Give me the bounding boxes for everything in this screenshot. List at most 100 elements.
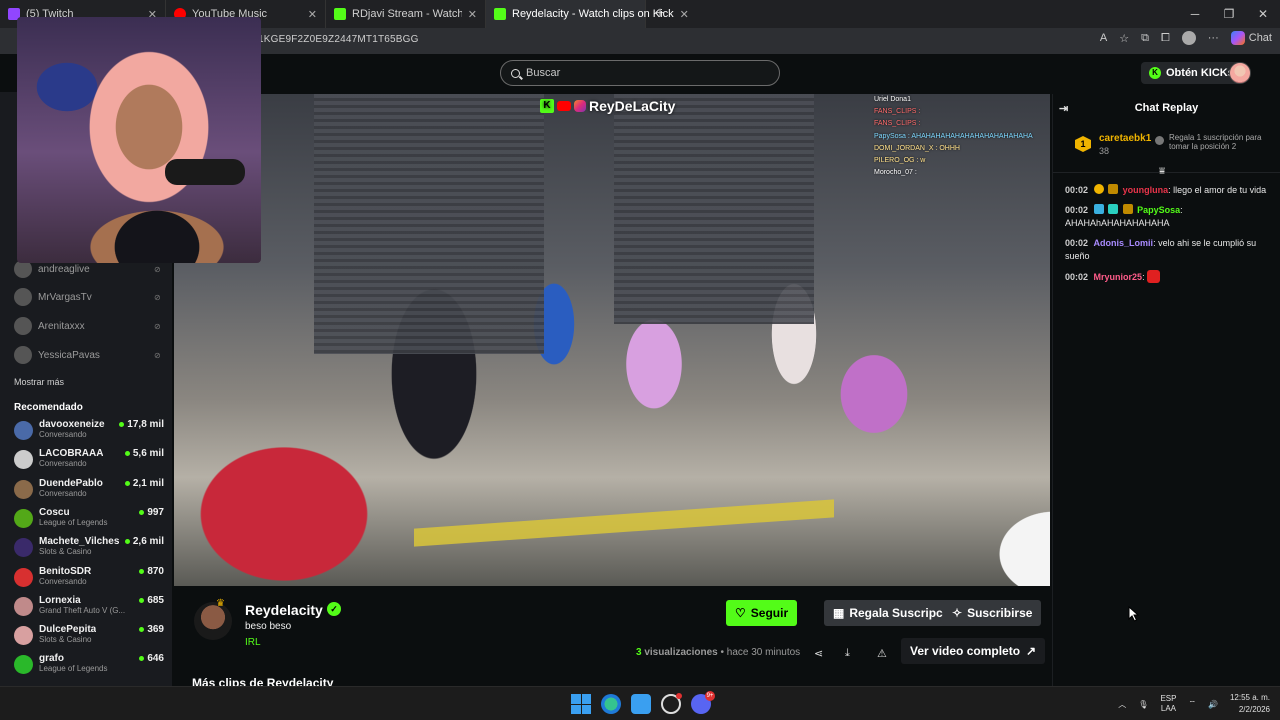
chat-message: 00:02 PapySosa: AHAHAhAHAHAHAHAHA bbox=[1065, 204, 1271, 230]
avatar bbox=[14, 508, 33, 528]
volume-icon[interactable]: 🔊 bbox=[1208, 700, 1218, 709]
search-input[interactable] bbox=[526, 67, 746, 79]
message-text: : bbox=[1142, 272, 1145, 282]
live-dot-icon bbox=[139, 509, 145, 515]
recommended-channel[interactable]: LACOBRAAA Conversando 5,6 mil bbox=[14, 448, 164, 474]
video-player[interactable]: K ReyDeLaCity Uriel Dona1 FANS_CLIPS : F… bbox=[174, 94, 1050, 586]
minimize-button[interactable]: ─ bbox=[1178, 7, 1212, 21]
live-dot-icon bbox=[124, 539, 130, 545]
recommended-channel[interactable]: Coscu League of Legends 997 bbox=[14, 507, 164, 533]
chevron-up-icon[interactable]: ︿ bbox=[1118, 699, 1126, 710]
followed-channel[interactable]: MrVargasTv ⊘ bbox=[14, 288, 164, 306]
channel-name: grafo bbox=[39, 653, 64, 665]
category-link[interactable]: IRL bbox=[245, 637, 261, 648]
discord-badge: 9+ bbox=[705, 691, 715, 701]
channel-category: League of Legends bbox=[39, 517, 108, 527]
avatar bbox=[14, 421, 33, 440]
channel-name: YessicaPavas bbox=[38, 349, 100, 361]
url-field[interactable]: 1KGE9F2Z0E9Z2447MT1T65BGG bbox=[258, 34, 419, 45]
recommended-channel[interactable]: BenitoSDR Conversando 870 bbox=[14, 566, 164, 592]
report-icon[interactable]: ⚠ bbox=[877, 647, 887, 660]
clock-date: 2/2/2026 bbox=[1238, 705, 1270, 714]
follow-button[interactable]: ♡ Seguir bbox=[726, 600, 798, 626]
favorite-star-icon[interactable]: ☆ bbox=[1119, 32, 1129, 45]
tab-rdjavi-stream[interactable]: RDjavi Stream - Watch Live on Kick ✕ bbox=[326, 0, 486, 28]
badge-icon bbox=[1108, 204, 1119, 214]
clock[interactable]: 12:55 a. m. 2/2/2026 bbox=[1230, 692, 1270, 716]
maximize-button[interactable]: ❐ bbox=[1212, 7, 1246, 21]
recommended-channel[interactable]: davooxeneize Conversando 17,8 mil bbox=[14, 419, 164, 445]
channel-name: BenitoSDR bbox=[39, 565, 92, 577]
watermark-text: ReyDeLaCity bbox=[589, 98, 676, 114]
youtube-icon bbox=[557, 101, 571, 111]
profile-avatar[interactable] bbox=[1181, 31, 1196, 45]
tab-reydelacity-clips[interactable]: Reydelacity - Watch clips on Kick ✕ bbox=[486, 0, 689, 28]
channel-category: Conversando bbox=[39, 488, 87, 498]
user-avatar[interactable] bbox=[1229, 62, 1251, 84]
viewer-count: 870 bbox=[139, 566, 164, 592]
copilot-chat-button[interactable]: Chat bbox=[1230, 31, 1272, 45]
window-close-button[interactable]: ✕ bbox=[1246, 7, 1280, 21]
settings-icon[interactable] bbox=[661, 693, 682, 714]
start-icon[interactable] bbox=[571, 694, 591, 714]
channel-name: Lornexia bbox=[39, 594, 81, 606]
expand-leaderboard-icon[interactable]: ⩸ bbox=[1159, 166, 1166, 177]
subscribe-button[interactable]: ✧ Suscribirse bbox=[943, 600, 1042, 626]
recommended-channel[interactable]: Machete_Vilches Slots & Casino 2,6 mil bbox=[14, 536, 164, 562]
channel-name[interactable]: Reydelacity bbox=[245, 602, 323, 618]
lang-top: ESP bbox=[1160, 694, 1177, 703]
overlay-chat-line: Uriel Dona1 bbox=[874, 96, 911, 103]
edge-icon[interactable] bbox=[601, 694, 621, 714]
viewer-count: 997 bbox=[139, 507, 164, 533]
kick-icon bbox=[494, 8, 506, 20]
recommended-channel[interactable]: DuendePablo Conversando 2,1 mil bbox=[14, 478, 164, 504]
extensions-icon[interactable]: ⧉ bbox=[1141, 32, 1149, 45]
close-icon[interactable]: ✕ bbox=[468, 8, 477, 21]
viewer-count: 685 bbox=[139, 595, 164, 621]
collapse-chat-icon[interactable]: ⇥ bbox=[1059, 102, 1068, 115]
search-bar[interactable] bbox=[500, 60, 780, 86]
recommended-channel[interactable]: Lornexia Grand Theft Auto V (G... 685 bbox=[14, 595, 164, 621]
show-more-link[interactable]: Mostrar más bbox=[14, 377, 64, 387]
more-menu-icon[interactable]: ··· bbox=[1208, 32, 1219, 44]
collections-icon[interactable]: ⧠ bbox=[1161, 32, 1170, 45]
followed-channel[interactable]: Arenitaxxx ⊘ bbox=[14, 317, 164, 335]
video-frame bbox=[614, 94, 814, 324]
live-dot-icon bbox=[124, 480, 130, 486]
message-user[interactable]: youngluna bbox=[1123, 185, 1169, 195]
message-user[interactable]: PapySosa bbox=[1137, 205, 1180, 215]
read-aloud-icon[interactable]: A bbox=[1100, 32, 1107, 44]
watch-full-video-button[interactable]: Ver video completo ↗ bbox=[901, 638, 1046, 664]
download-icon[interactable]: ⤓ bbox=[845, 647, 850, 660]
calendar-icon[interactable] bbox=[631, 694, 651, 714]
overlay-chat-line: PapySosa : AHAHAHAHAHAHAHAHAHAHAHAHA bbox=[874, 132, 1033, 140]
message-user[interactable]: Adonis_Lomii bbox=[1094, 238, 1154, 248]
gift-icon: ▦ bbox=[833, 606, 845, 620]
recommended-channel[interactable]: grafo League of Legends 646 bbox=[14, 653, 164, 679]
close-icon[interactable]: ✕ bbox=[308, 8, 317, 21]
share-icon[interactable]: ⋖ bbox=[814, 647, 823, 660]
microphone-icon[interactable]: 🎙 bbox=[1138, 700, 1148, 709]
divider bbox=[1053, 172, 1280, 173]
channel-name: DulcePepita bbox=[39, 624, 97, 636]
instagram-icon bbox=[574, 100, 586, 112]
get-kicks-button[interactable]: K Obtén KICKs bbox=[1141, 62, 1242, 84]
channel-name: andreaglive bbox=[38, 263, 90, 275]
language-indicator[interactable]: ESP LAA bbox=[1160, 694, 1176, 714]
kick-icon bbox=[334, 8, 346, 20]
close-icon[interactable]: ✕ bbox=[680, 8, 689, 21]
avatar bbox=[14, 317, 32, 335]
leader-name[interactable]: caretaebk1 bbox=[1099, 133, 1151, 144]
wifi-icon[interactable]: ⌔ bbox=[1188, 699, 1196, 709]
avatar bbox=[14, 655, 33, 675]
overlay-chat-line: DOMI_JORDAN_X : OHHH bbox=[874, 144, 960, 152]
recommended-heading: Recomendado bbox=[14, 402, 83, 413]
offline-icon: ⊘ bbox=[154, 322, 161, 331]
recommended-channel[interactable]: DulcePepita Slots & Casino 369 bbox=[14, 624, 164, 650]
followed-channel[interactable]: YessicaPavas ⊘ bbox=[14, 346, 164, 364]
discord-icon[interactable]: 9+ bbox=[691, 691, 715, 714]
gift-icon bbox=[1155, 136, 1164, 145]
message-user[interactable]: Mryunior25 bbox=[1094, 272, 1143, 282]
channel-avatar[interactable] bbox=[194, 602, 232, 640]
live-dot-icon bbox=[124, 451, 130, 457]
